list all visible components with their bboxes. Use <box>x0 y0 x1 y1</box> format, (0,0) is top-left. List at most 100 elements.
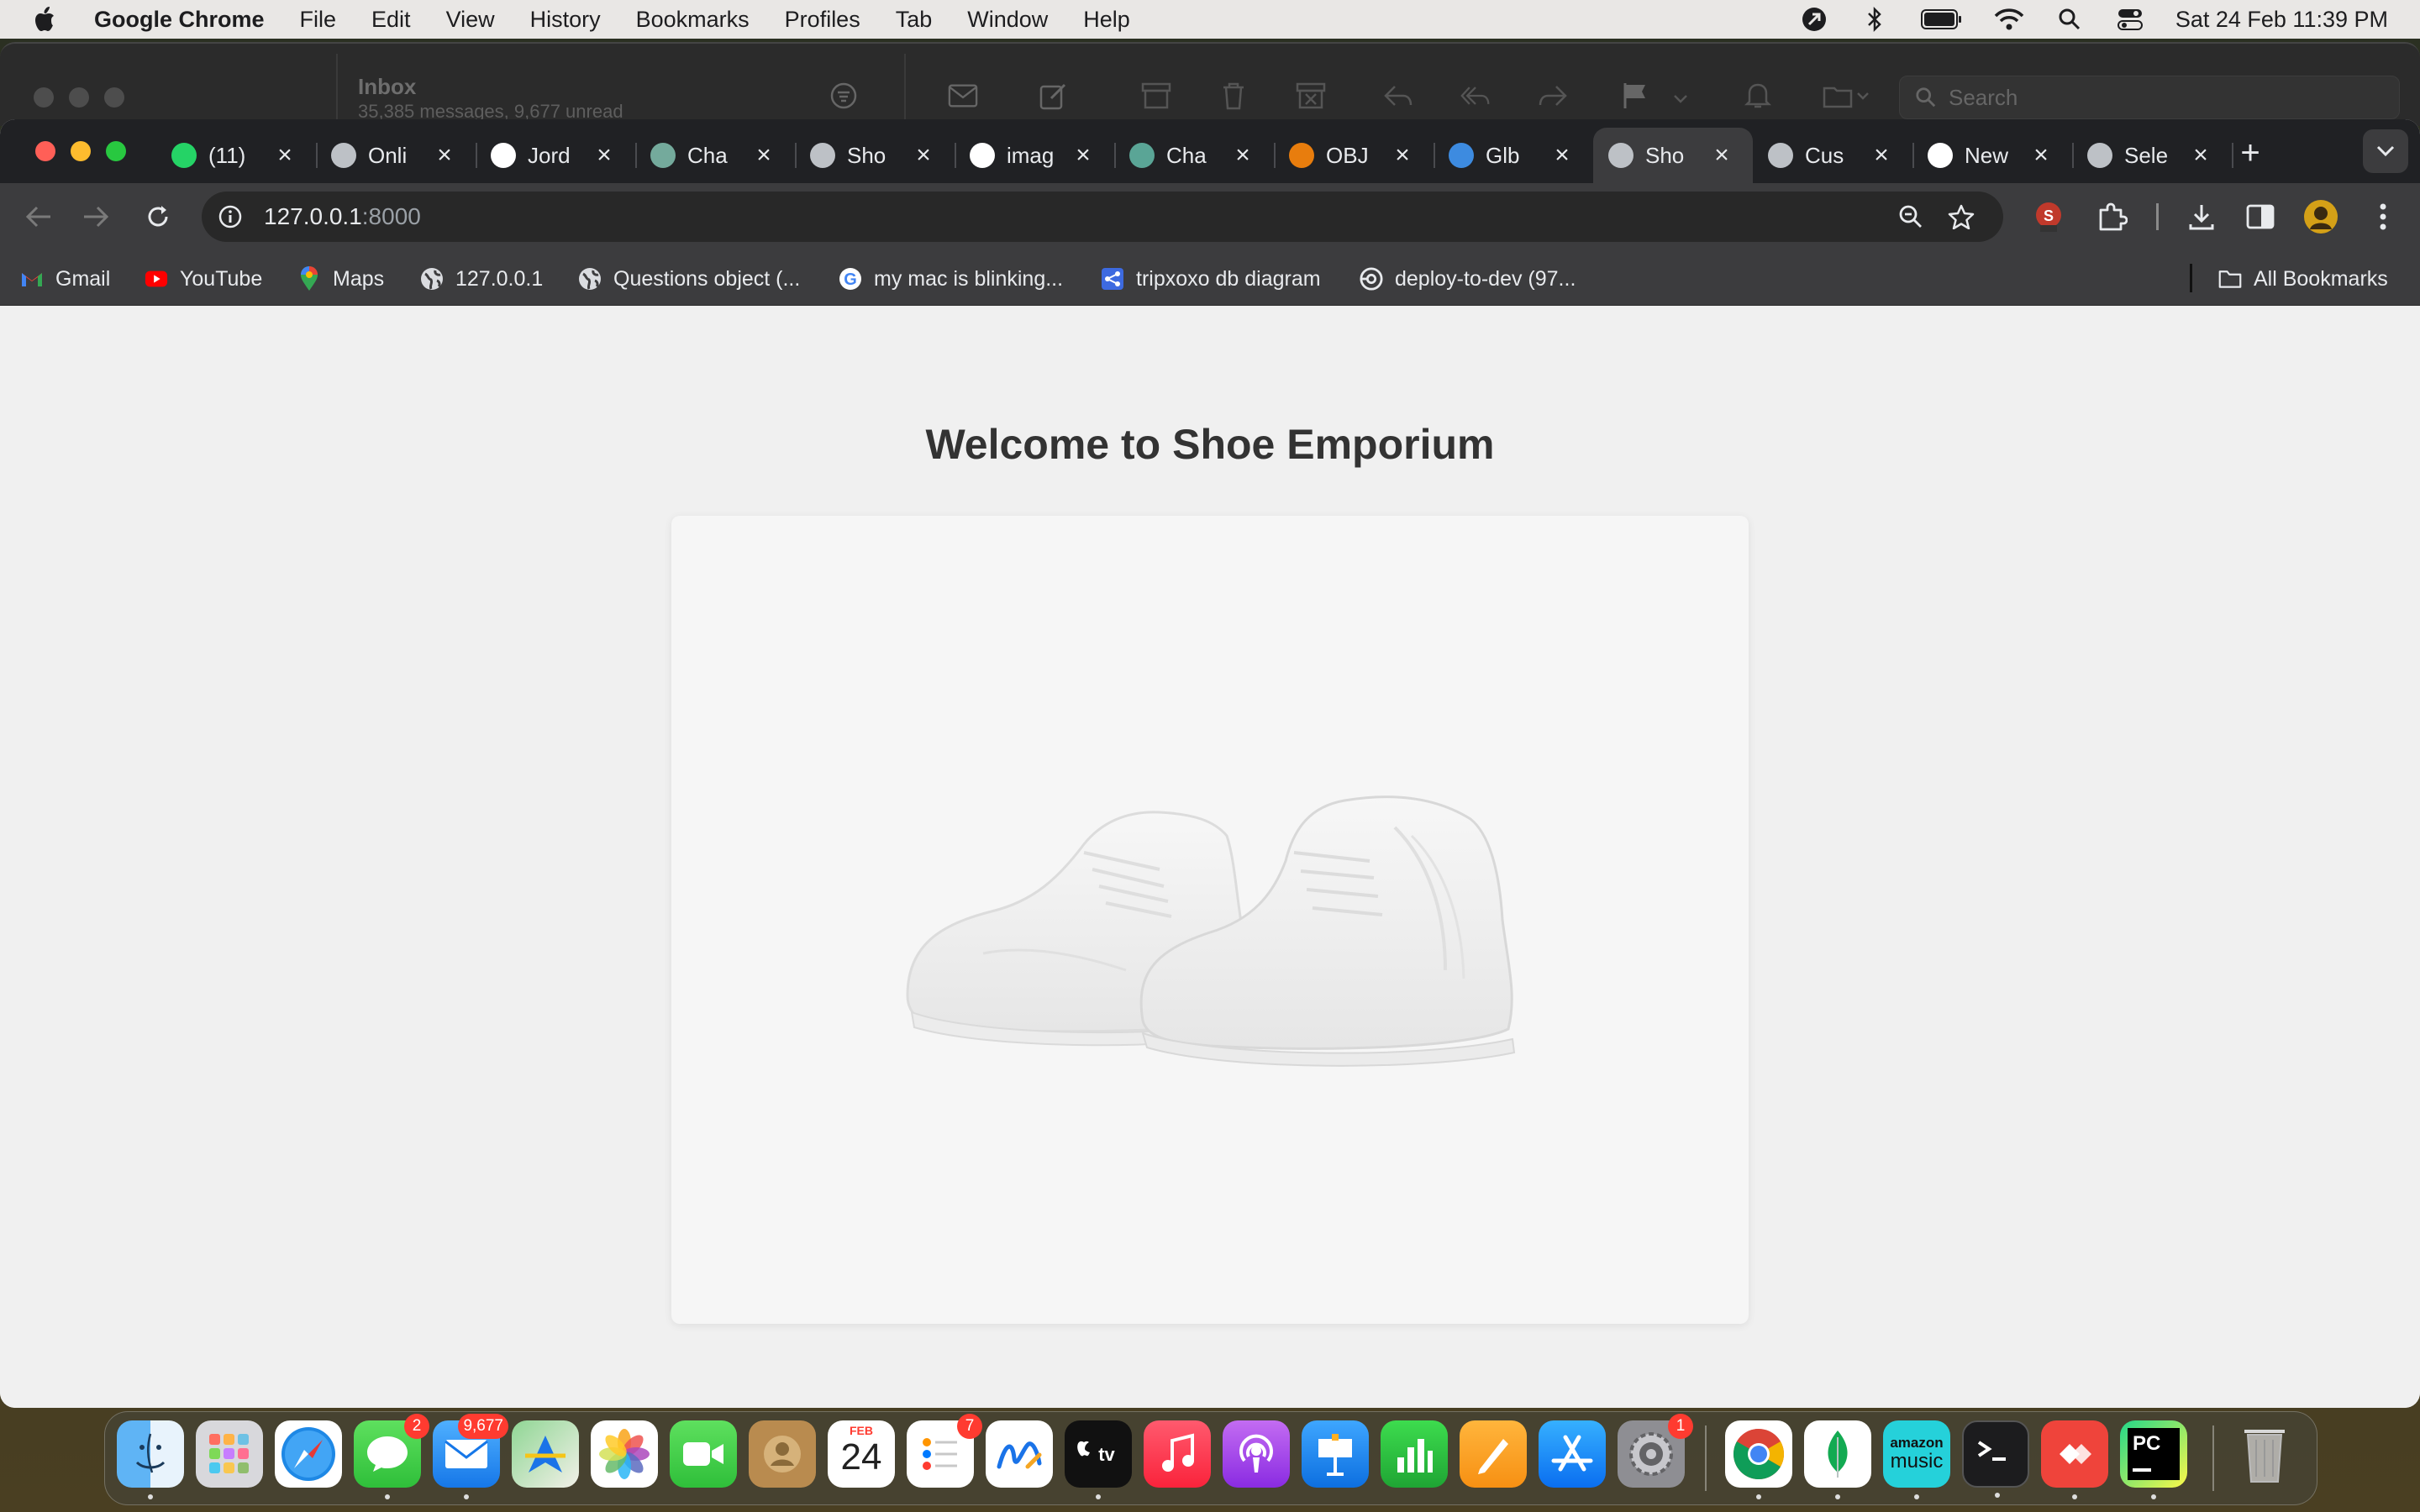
mail-archive-icon[interactable] <box>1141 81 1171 111</box>
tab-6[interactable]: imag × <box>955 128 1116 183</box>
dock-contacts-icon[interactable] <box>749 1420 816 1488</box>
dock-system-settings-icon[interactable]: 1 <box>1618 1414 1693 1488</box>
mail-forward-icon[interactable] <box>1538 81 1568 111</box>
dock-mongodb-icon[interactable] <box>1804 1420 1871 1499</box>
menu-profiles[interactable]: Profiles <box>785 7 860 33</box>
tab-13[interactable]: Sele × <box>2072 128 2233 183</box>
dock-pycharm-icon[interactable]: PC <box>2120 1420 2187 1499</box>
tab-7[interactable]: Cha × <box>1114 128 1276 183</box>
tab-2[interactable]: Onli × <box>316 128 477 183</box>
bookmark-localhost[interactable]: 127.0.0.1 <box>420 262 543 296</box>
address-bar[interactable]: 127.0.0.1:8000 <box>202 192 2003 242</box>
zoom-icon[interactable] <box>1894 200 1928 234</box>
vpn-icon[interactable] <box>1799 4 1829 34</box>
dock-trash-icon[interactable] <box>2231 1420 2298 1488</box>
dock-chrome-icon[interactable] <box>1725 1420 1792 1499</box>
profile-avatar[interactable] <box>2301 197 2341 237</box>
chrome-menu-icon[interactable] <box>2363 197 2403 237</box>
menu-edit[interactable]: Edit <box>371 7 411 33</box>
tab-close-icon[interactable]: × <box>1071 141 1096 170</box>
apple-menu-icon[interactable] <box>32 5 57 34</box>
bookmark-questions-object[interactable]: Questions object (... <box>578 262 800 296</box>
tab-4[interactable]: Cha × <box>635 128 797 183</box>
tab-close-icon[interactable]: × <box>1709 141 1734 170</box>
tab-close-icon[interactable]: × <box>751 141 776 170</box>
menu-window[interactable]: Window <box>967 7 1048 33</box>
dock-facetime-icon[interactable] <box>670 1420 737 1488</box>
mail-compose-icon[interactable] <box>1039 81 1069 111</box>
tab-close-icon[interactable]: × <box>1230 141 1255 170</box>
extensions-puzzle-icon[interactable] <box>2092 197 2133 237</box>
dock-appletv-icon[interactable]: tv <box>1065 1420 1132 1499</box>
tab-close-icon[interactable]: × <box>272 141 297 170</box>
menubar-clock[interactable]: Sat 24 Feb 11:39 PM <box>2175 7 2388 33</box>
seo-extension-icon[interactable]: S <box>2028 197 2069 237</box>
back-button[interactable] <box>20 198 57 235</box>
bookmark-maps[interactable]: Maps <box>297 262 384 296</box>
mail-minimize-icon[interactable] <box>69 87 89 108</box>
window-zoom-icon[interactable] <box>106 141 126 161</box>
product-viewer-card[interactable] <box>671 516 1749 1324</box>
mail-trash-icon[interactable] <box>1218 81 1249 111</box>
dock-keynote-icon[interactable] <box>1302 1420 1369 1488</box>
dock-freeform-icon[interactable] <box>986 1420 1053 1488</box>
bookmark-star-icon[interactable] <box>1944 200 1978 234</box>
mail-flag-chevron-down-icon[interactable] <box>1670 84 1691 114</box>
mail-flag-icon[interactable] <box>1620 81 1650 111</box>
dock-photos-icon[interactable] <box>591 1420 658 1488</box>
tab-search-button[interactable] <box>2363 129 2408 173</box>
tab-close-icon[interactable]: × <box>432 141 457 170</box>
dock-messages-icon[interactable]: 2 <box>354 1414 429 1499</box>
dock-finder-icon[interactable] <box>117 1420 184 1499</box>
mail-zoom-icon[interactable] <box>104 87 124 108</box>
tab-8[interactable]: OBJ × <box>1274 128 1435 183</box>
tab-close-icon[interactable]: × <box>911 141 936 170</box>
tab-5[interactable]: Sho × <box>795 128 956 183</box>
bookmark-youtube[interactable]: YouTube <box>145 262 262 296</box>
tab-12[interactable]: New × <box>1912 128 2074 183</box>
dock-calendar-icon[interactable]: FEB 24 <box>828 1420 895 1488</box>
tab-10[interactable]: Sho × <box>1593 128 1753 183</box>
side-panel-icon[interactable] <box>2240 197 2281 237</box>
forward-button[interactable] <box>77 198 114 235</box>
downloads-icon[interactable] <box>2181 197 2222 237</box>
mail-envelope-icon[interactable] <box>948 81 978 111</box>
dock-maps-icon[interactable] <box>512 1420 579 1488</box>
bookmark-deploy-to-dev[interactable]: deploy-to-dev (97... <box>1360 262 1576 296</box>
tab-close-icon[interactable]: × <box>2188 141 2213 170</box>
mail-notification-bell-icon[interactable] <box>1743 81 1773 111</box>
tab-9[interactable]: Glb × <box>1434 128 1593 183</box>
all-bookmarks-button[interactable]: All Bookmarks <box>2218 262 2388 296</box>
mail-filter-icon[interactable] <box>829 81 859 111</box>
control-center-icon[interactable] <box>2115 4 2145 34</box>
menu-view[interactable]: View <box>446 7 495 33</box>
mail-move-folder-icon[interactable] <box>1822 81 1872 111</box>
reload-button[interactable] <box>139 198 176 235</box>
wifi-icon[interactable] <box>1994 4 2024 34</box>
menu-bookmarks[interactable]: Bookmarks <box>636 7 750 33</box>
tab-close-icon[interactable]: × <box>1869 141 1894 170</box>
dock-podcasts-icon[interactable] <box>1223 1420 1290 1488</box>
dock-appstore-icon[interactable] <box>1539 1420 1606 1488</box>
dock-numbers-icon[interactable] <box>1381 1420 1448 1488</box>
tab-11[interactable]: Cus × <box>1753 128 1914 183</box>
window-close-icon[interactable] <box>35 141 55 161</box>
menu-tab[interactable]: Tab <box>896 7 933 33</box>
window-minimize-icon[interactable] <box>71 141 91 161</box>
spotlight-search-icon[interactable] <box>2054 4 2085 34</box>
dock-terminal-icon[interactable] <box>1962 1420 2029 1498</box>
mail-reply-icon[interactable] <box>1383 81 1413 111</box>
site-info-icon[interactable] <box>213 200 247 234</box>
mail-search-field[interactable]: Search <box>1899 76 2400 119</box>
tab-close-icon[interactable]: × <box>1549 141 1575 170</box>
tab-1[interactable]: (11) × <box>156 128 318 183</box>
menu-file[interactable]: File <box>300 7 337 33</box>
bookmark-tripxoxo-diagram[interactable]: tripxoxo db diagram <box>1101 262 1321 296</box>
dock-amazon-music-icon[interactable]: amazon music <box>1883 1420 1950 1499</box>
dock-pages-icon[interactable] <box>1460 1420 1527 1488</box>
menu-app-name[interactable]: Google Chrome <box>94 7 265 33</box>
dock-launchpad-icon[interactable] <box>196 1420 263 1488</box>
dock-anydesk-icon[interactable] <box>2041 1420 2108 1499</box>
bookmark-mac-blinking[interactable]: G my mac is blinking... <box>839 262 1063 296</box>
dock-safari-icon[interactable] <box>275 1420 342 1488</box>
